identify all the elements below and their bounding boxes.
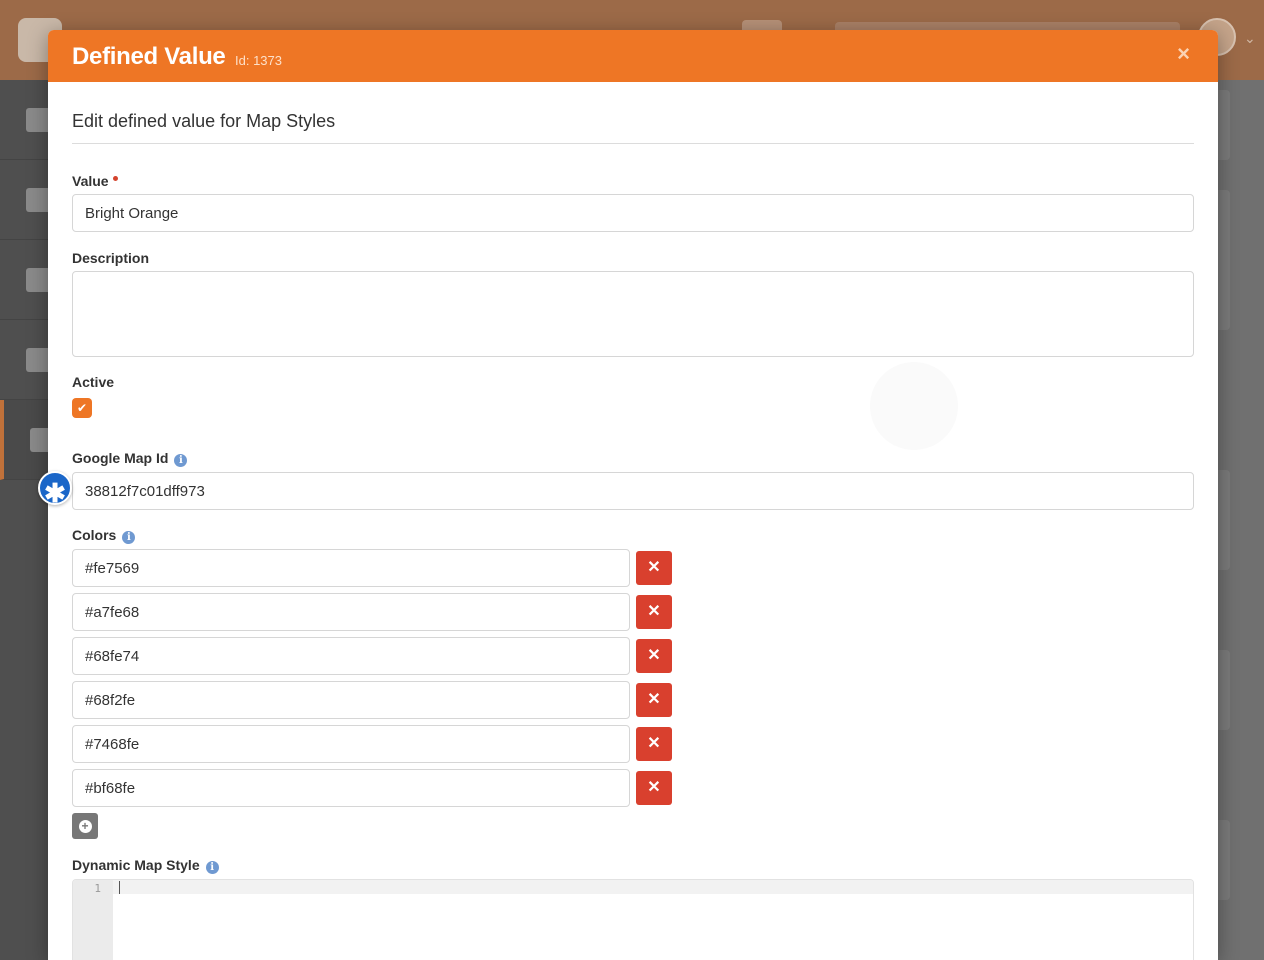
asterisk-icon[interactable]: ✱ <box>38 471 72 508</box>
plus-circle-icon: + <box>78 819 92 833</box>
color-row: #68f2fe ✕ <box>72 681 1194 719</box>
color-input[interactable]: #68f2fe <box>72 681 630 719</box>
colors-group: Colors i #fe7569 ✕ #a7fe68 ✕ #68fe74 ✕ #6… <box>72 527 1194 839</box>
remove-color-button[interactable]: ✕ <box>636 551 672 585</box>
times-icon: ✕ <box>647 559 661 576</box>
text-cursor <box>119 881 120 894</box>
remove-color-button[interactable]: ✕ <box>636 639 672 673</box>
add-color-button[interactable]: + <box>72 813 98 839</box>
info-icon[interactable]: i <box>205 861 219 874</box>
active-group: Active ✔ <box>72 374 1194 418</box>
defined-value-modal: Defined Value Id: 1373 × Edit defined va… <box>48 30 1218 960</box>
description-label: Description <box>72 250 150 266</box>
color-input[interactable]: #bf68fe <box>72 769 630 807</box>
colors-label-text: Colors <box>72 527 117 543</box>
modal-header: Defined Value Id: 1373 × <box>48 30 1218 82</box>
value-input[interactable] <box>72 194 1194 232</box>
dynamic-map-style-label-text: Dynamic Map Style <box>72 857 200 873</box>
color-row: #bf68fe ✕ <box>72 769 1194 807</box>
remove-color-button[interactable]: ✕ <box>636 727 672 761</box>
loading-overlay <box>870 362 958 450</box>
description-textarea[interactable] <box>72 271 1194 357</box>
active-line <box>113 880 1193 894</box>
value-label: Value <box>72 173 1194 189</box>
modal-id-label: Id: 1373 <box>235 53 282 68</box>
google-map-id-input[interactable] <box>72 472 1194 510</box>
dynamic-map-style-group: Dynamic Map Style i 1 <box>72 857 1194 960</box>
times-icon: ✕ <box>647 603 661 620</box>
color-row: #7468fe ✕ <box>72 725 1194 763</box>
info-icon[interactable]: i <box>174 454 188 467</box>
colors-label: Colors i <box>72 527 1194 544</box>
active-label: Active <box>72 374 115 390</box>
remove-color-button[interactable]: ✕ <box>636 683 672 717</box>
description-group: Description <box>72 250 1194 357</box>
code-editor[interactable]: 1 <box>72 879 1194 960</box>
times-icon: ✕ <box>647 779 661 796</box>
color-row: #68fe74 ✕ <box>72 637 1194 675</box>
color-row: #fe7569 ✕ <box>72 549 1194 587</box>
dynamic-map-style-label: Dynamic Map Style i <box>72 857 1194 874</box>
modal-title: Defined Value <box>72 43 226 70</box>
google-map-id-group: Google Map Id i <box>72 450 1194 510</box>
color-input[interactable]: #68fe74 <box>72 637 630 675</box>
google-map-id-label: Google Map Id i <box>72 450 1194 467</box>
color-input[interactable]: #7468fe <box>72 725 630 763</box>
remove-color-button[interactable]: ✕ <box>636 595 672 629</box>
active-checkbox[interactable]: ✔ <box>72 398 92 418</box>
color-row: #a7fe68 ✕ <box>72 593 1194 631</box>
close-icon[interactable]: × <box>1177 43 1190 65</box>
code-gutter: 1 <box>73 880 113 960</box>
value-label-text: Value <box>72 173 109 189</box>
value-group: Value <box>72 173 1194 232</box>
required-indicator <box>112 176 118 181</box>
times-icon: ✕ <box>647 647 661 664</box>
color-input[interactable]: #fe7569 <box>72 549 630 587</box>
form-legend: Edit defined value for Map Styles <box>72 111 1194 144</box>
line-number: 1 <box>94 882 101 895</box>
google-map-id-label-text: Google Map Id <box>72 450 169 466</box>
times-icon: ✕ <box>647 691 661 708</box>
chevron-down-icon: ⌄ <box>1244 30 1256 46</box>
check-icon: ✔ <box>76 401 88 415</box>
modal-body: Edit defined value for Map Styles Value … <box>72 82 1194 960</box>
color-list: #fe7569 ✕ #a7fe68 ✕ #68fe74 ✕ #68f2fe ✕ … <box>72 549 1194 807</box>
info-icon[interactable]: i <box>122 531 136 544</box>
color-input[interactable]: #a7fe68 <box>72 593 630 631</box>
times-icon: ✕ <box>647 735 661 752</box>
remove-color-button[interactable]: ✕ <box>636 771 672 805</box>
